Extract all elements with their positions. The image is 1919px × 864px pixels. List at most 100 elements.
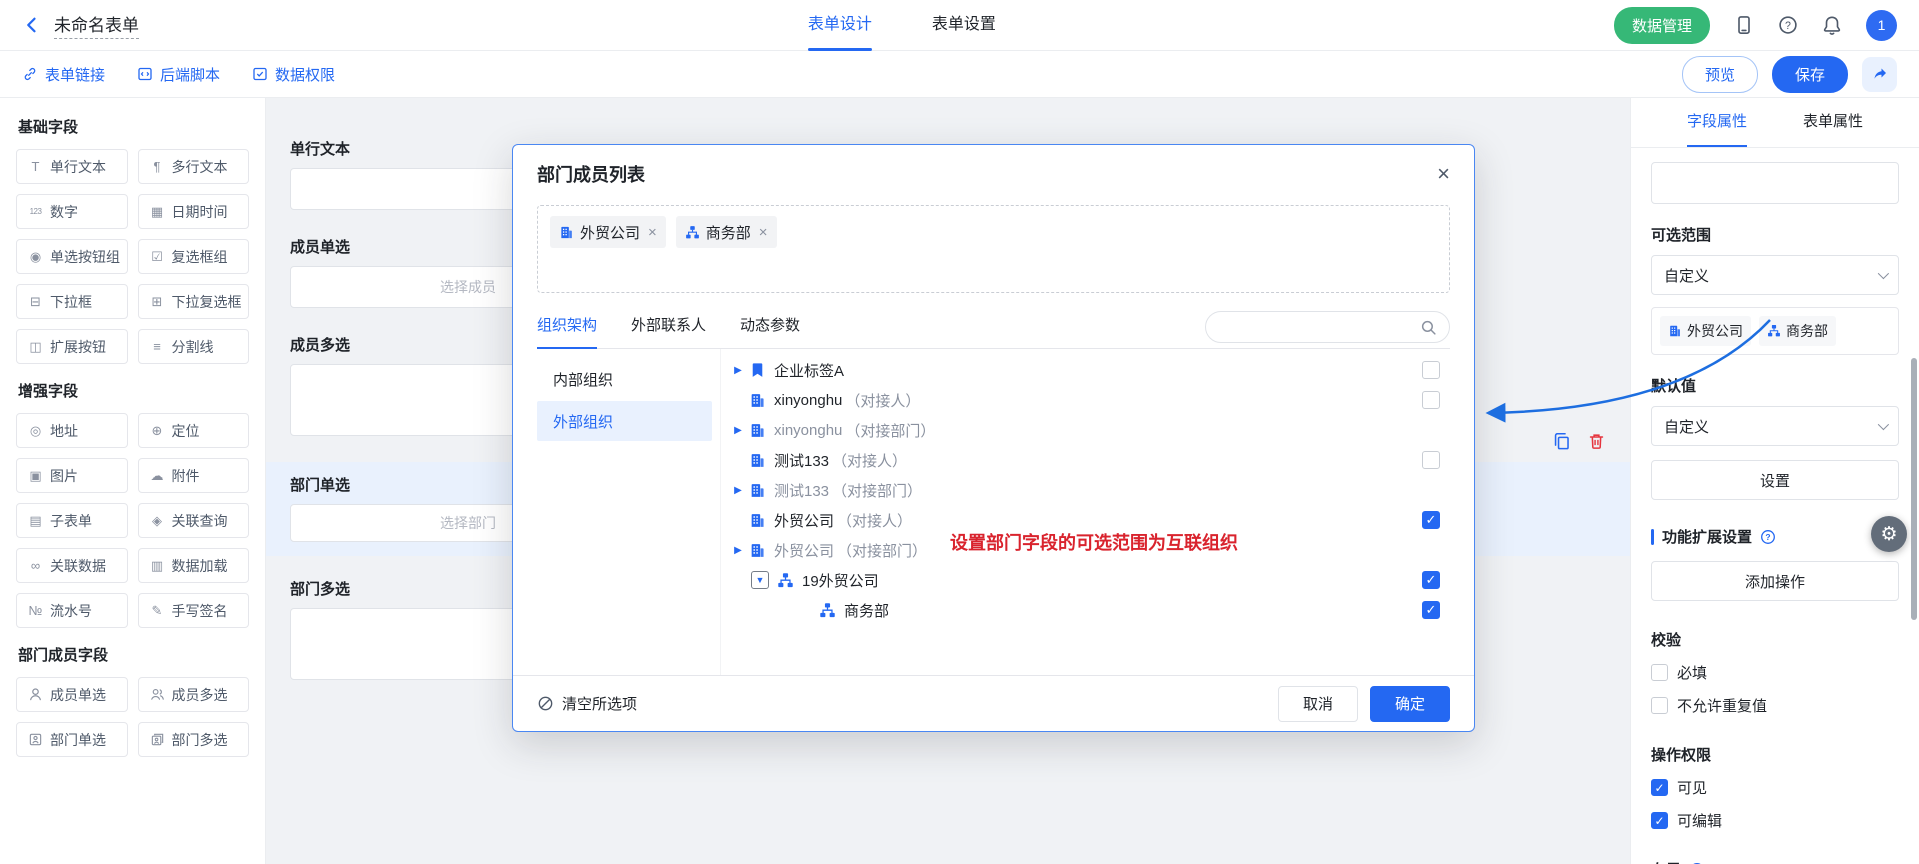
default-value-select[interactable]: 自定义 xyxy=(1651,406,1899,446)
sidebar-field-部门单选[interactable]: 部门单选 xyxy=(16,722,128,757)
panel-tabs: 字段属性 表单属性 xyxy=(1631,98,1919,148)
sidebar-field-扩展按钮[interactable]: ◫ 扩展按钮 xyxy=(16,329,128,364)
field-type-label: 关联数据 xyxy=(50,556,106,576)
required-checkbox[interactable] xyxy=(1651,664,1668,681)
nav-external-org[interactable]: 外部组织 xyxy=(537,401,712,441)
org-node-checkbox[interactable] xyxy=(1422,601,1440,619)
no-duplicate-checkbox[interactable] xyxy=(1651,697,1668,714)
settings-button[interactable]: 设置 xyxy=(1651,460,1899,500)
sidebar-field-成员多选[interactable]: 成员多选 xyxy=(138,677,250,712)
editable-checkbox-row[interactable]: 可编辑 xyxy=(1651,810,1899,831)
sidebar-field-分割线[interactable]: ≡ 分割线 xyxy=(138,329,250,364)
org-node-checkbox[interactable] xyxy=(1422,391,1440,409)
add-action-button[interactable]: 添加操作 xyxy=(1651,561,1899,601)
cancel-button[interactable]: 取消 xyxy=(1278,686,1358,722)
tab-form-properties[interactable]: 表单属性 xyxy=(1803,98,1863,147)
collapse-toggle-icon[interactable]: ▼ xyxy=(751,571,769,589)
backend-script-button[interactable]: 后端脚本 xyxy=(137,64,220,85)
sidebar-field-地址[interactable]: ◎ 地址 xyxy=(16,413,128,448)
notification-bell-icon[interactable] xyxy=(1822,15,1842,35)
visible-checkbox[interactable] xyxy=(1651,779,1668,796)
sidebar-field-单行文本[interactable]: T 单行文本 xyxy=(16,149,128,184)
copy-field-icon[interactable] xyxy=(1552,432,1571,451)
tree-row[interactable]: ▶ 商务部 xyxy=(721,595,1450,625)
top-bar: 未命名表单 表单设计 表单设置 数据管理 1 xyxy=(0,0,1919,51)
scrollbar[interactable] xyxy=(1911,358,1917,620)
selected-tags-box[interactable]: 外贸公司 × 商务部 × xyxy=(537,205,1450,293)
data-permission-button[interactable]: 数据权限 xyxy=(252,64,335,85)
tree-row[interactable]: ▼ 19外贸公司 xyxy=(721,565,1450,595)
preview-button[interactable]: 预览 xyxy=(1682,56,1758,93)
sidebar-field-下拉复选框[interactable]: ⊞ 下拉复选框 xyxy=(138,284,250,319)
tree-row[interactable]: ▶ 测试133 （对接部门） xyxy=(721,475,1450,505)
sidebar-field-单选按钮组[interactable]: ◉ 单选按钮组 xyxy=(16,239,128,274)
user-avatar[interactable]: 1 xyxy=(1866,10,1897,41)
no-duplicate-checkbox-row[interactable]: 不允许重复值 xyxy=(1651,695,1899,716)
sidebar-field-部门多选[interactable]: 部门多选 xyxy=(138,722,250,757)
help-icon[interactable] xyxy=(1778,15,1798,35)
org-node-checkbox[interactable] xyxy=(1422,511,1440,529)
field-type-icon: ∞ xyxy=(26,558,45,573)
search-input[interactable] xyxy=(1205,311,1450,343)
expand-caret-icon[interactable]: ▶ xyxy=(727,365,749,376)
field-title-input[interactable] xyxy=(1651,162,1899,204)
back-icon[interactable] xyxy=(22,15,42,35)
expand-caret-icon[interactable]: ▶ xyxy=(727,485,749,496)
sidebar-field-关联数据[interactable]: ∞ 关联数据 xyxy=(16,548,128,583)
save-button[interactable]: 保存 xyxy=(1772,56,1848,93)
tree-row[interactable]: ▶ xinyonghu （对接部门） xyxy=(721,415,1450,445)
sidebar-field-附件[interactable]: ☁ 附件 xyxy=(138,458,250,493)
device-icon[interactable] xyxy=(1734,15,1754,35)
sidebar-field-数字[interactable]: 123 数字 xyxy=(16,194,128,229)
settings-fab[interactable]: ⚙ xyxy=(1871,516,1907,552)
tree-row[interactable]: ▶ xinyonghu （对接人） xyxy=(721,385,1450,415)
tab-dynamic-params[interactable]: 动态参数 xyxy=(740,305,800,349)
question-icon[interactable] xyxy=(1760,529,1776,545)
tab-org-structure[interactable]: 组织架构 xyxy=(537,305,597,349)
tab-form-design[interactable]: 表单设计 xyxy=(808,0,872,51)
sidebar-field-流水号[interactable]: № 流水号 xyxy=(16,593,128,628)
org-node-checkbox[interactable] xyxy=(1422,451,1440,469)
tree-row[interactable]: ▶ 测试133 （对接人） xyxy=(721,445,1450,475)
field-type-label: 定位 xyxy=(172,421,200,441)
sidebar-field-图片[interactable]: ▣ 图片 xyxy=(16,458,128,493)
org-node-checkbox[interactable] xyxy=(1422,361,1440,379)
clear-selection-button[interactable]: 清空所选项 xyxy=(537,693,637,714)
share-button[interactable] xyxy=(1862,57,1897,92)
field-type-icon: ≡ xyxy=(148,339,167,354)
permission-icon xyxy=(252,66,268,82)
optional-range-select[interactable]: 自定义 xyxy=(1651,255,1899,295)
visible-checkbox-row[interactable]: 可见 xyxy=(1651,777,1899,798)
required-checkbox-row[interactable]: 必填 xyxy=(1651,662,1899,683)
data-manage-button[interactable]: 数据管理 xyxy=(1614,7,1710,44)
sidebar-field-日期时间[interactable]: ▦ 日期时间 xyxy=(138,194,250,229)
form-link-button[interactable]: 表单链接 xyxy=(22,64,105,85)
tree-row[interactable]: ▶ 企业标签A xyxy=(721,355,1450,385)
delete-field-icon[interactable] xyxy=(1587,432,1606,451)
expand-caret-icon[interactable]: ▶ xyxy=(727,545,749,556)
form-toolbar: 表单链接 后端脚本 数据权限 预览 保存 xyxy=(0,51,1919,98)
sidebar-field-成员单选[interactable]: 成员单选 xyxy=(16,677,128,712)
tab-form-settings[interactable]: 表单设置 xyxy=(932,0,996,51)
nav-internal-org[interactable]: 内部组织 xyxy=(537,359,712,399)
remove-tag-icon[interactable]: × xyxy=(759,224,768,241)
sidebar-field-复选框组[interactable]: ☑ 复选框组 xyxy=(138,239,250,274)
sidebar-field-多行文本[interactable]: ¶ 多行文本 xyxy=(138,149,250,184)
sidebar-field-数据加载[interactable]: ▥ 数据加载 xyxy=(138,548,250,583)
sidebar-field-关联查询[interactable]: ◈ 关联查询 xyxy=(138,503,250,538)
sidebar-field-下拉框[interactable]: ⊟ 下拉框 xyxy=(16,284,128,319)
confirm-button[interactable]: 确定 xyxy=(1370,686,1450,722)
field-type-label: 部门多选 xyxy=(172,730,228,750)
form-title[interactable]: 未命名表单 xyxy=(54,11,139,39)
expand-caret-icon[interactable]: ▶ xyxy=(727,425,749,436)
remove-tag-icon[interactable]: × xyxy=(648,224,657,241)
sidebar-field-定位[interactable]: ⊕ 定位 xyxy=(138,413,250,448)
close-icon[interactable]: × xyxy=(1437,163,1450,185)
sidebar-field-手写签名[interactable]: ✎ 手写签名 xyxy=(138,593,250,628)
tab-external-contacts[interactable]: 外部联系人 xyxy=(631,305,706,349)
org-node-checkbox[interactable] xyxy=(1422,571,1440,589)
selected-orgs-box[interactable]: 外贸公司 商务部 xyxy=(1651,307,1899,355)
sidebar-field-子表单[interactable]: ▤ 子表单 xyxy=(16,503,128,538)
tab-field-properties[interactable]: 字段属性 xyxy=(1687,98,1747,147)
editable-checkbox[interactable] xyxy=(1651,812,1668,829)
